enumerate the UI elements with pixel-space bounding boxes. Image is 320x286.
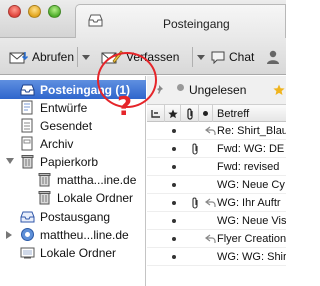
- read-status-dot-icon: [172, 129, 176, 133]
- table-row[interactable]: Fwd: WG: DE: [147, 140, 286, 158]
- message-subject: Flyer Creation: [217, 233, 286, 245]
- replied-arrow-icon: [205, 126, 216, 135]
- message-subject: Fwd: revised: [217, 161, 280, 173]
- folder-label: Postausgang: [40, 209, 111, 224]
- annotation-question-mark: ?: [117, 92, 133, 122]
- read-status-column-header[interactable]: [199, 105, 213, 122]
- message-list: Re: Shirt_Blau Fwd: WG: DE Fwd: revised …: [147, 122, 286, 286]
- folder-archive[interactable]: Archiv: [0, 134, 146, 153]
- read-status-dot-icon: [172, 237, 176, 241]
- read-dot-icon: [203, 111, 208, 116]
- archive-icon: [21, 136, 33, 151]
- message-subject: WG: WG: Shir: [217, 251, 286, 263]
- chat-label: Chat: [229, 50, 255, 64]
- table-row[interactable]: WG: Neue Vis: [147, 212, 286, 230]
- get-messages-label: Abrufen: [32, 50, 75, 64]
- tab-inbox[interactable]: Posteingang: [75, 4, 286, 38]
- attachment-paperclip-icon: [192, 143, 198, 155]
- star-column-header[interactable]: [165, 105, 181, 122]
- local-folders-icon: [20, 247, 35, 259]
- message-list-header: Betreff: [147, 105, 286, 122]
- unread-filter-icon: [177, 84, 184, 91]
- table-row[interactable]: Fwd: revised: [147, 158, 286, 176]
- thread-column-header[interactable]: [147, 105, 165, 122]
- read-status-dot-icon: [172, 165, 176, 169]
- outbox-icon: [20, 211, 35, 223]
- table-row[interactable]: Flyer Creation: [147, 230, 286, 248]
- starred-filter-icon[interactable]: [273, 84, 285, 96]
- folder-label: Archiv: [40, 136, 74, 151]
- table-row[interactable]: WG: Neue Cy: [147, 176, 286, 194]
- toolbar-separator: [77, 47, 78, 67]
- local-folders-label: Lokale Ordner: [40, 245, 117, 260]
- folder-label: mattha...ine.de: [57, 172, 137, 187]
- inbox-icon: [20, 84, 35, 96]
- toolbar-separator: [192, 47, 193, 67]
- account-label: mattheu...line.de: [40, 227, 129, 242]
- zoom-window-button[interactable]: [48, 5, 61, 18]
- subject-column-header[interactable]: Betreff: [213, 105, 286, 122]
- replied-arrow-icon: [205, 198, 216, 207]
- subject-column-label: Betreff: [217, 107, 250, 120]
- attachment-column-header[interactable]: [181, 105, 199, 122]
- replied-arrow-icon: [205, 234, 216, 243]
- account-icon: [21, 228, 34, 241]
- unread-filter-button[interactable]: Ungelesen: [189, 83, 246, 97]
- trash-can-icon: [38, 191, 51, 205]
- thread-icon: [150, 109, 160, 118]
- message-subject: Re: Shirt_Blau: [217, 125, 286, 137]
- address-book-button[interactable]: [266, 47, 282, 67]
- quick-filter-bar: Ungelesen: [147, 76, 286, 105]
- folder-label: Papierkorb: [40, 154, 99, 169]
- minimize-window-button[interactable]: [28, 5, 41, 18]
- message-subject: Fwd: WG: DE: [217, 143, 285, 155]
- folder-trash-account[interactable]: mattha...ine.de: [0, 170, 146, 189]
- trash-can-icon: [38, 173, 51, 187]
- table-row[interactable]: Re: Shirt_Blau: [147, 122, 286, 140]
- table-row[interactable]: WG: WG: Shir: [147, 248, 286, 266]
- chat-bubble-icon: [211, 51, 225, 64]
- read-status-dot-icon: [172, 255, 176, 259]
- close-window-button[interactable]: [8, 5, 21, 18]
- tab-title: Posteingang: [163, 17, 230, 31]
- pin-icon[interactable]: [155, 84, 167, 96]
- folder-outbox[interactable]: Postausgang: [0, 207, 146, 226]
- local-folders-item[interactable]: Lokale Ordner: [0, 243, 146, 262]
- message-subject: WG: Neue Cy: [217, 179, 285, 191]
- star-icon: [167, 108, 178, 118]
- get-messages-button[interactable]: Abrufen: [9, 47, 74, 67]
- table-row[interactable]: WG: Ihr Auftr: [147, 194, 286, 212]
- read-status-dot-icon: [172, 201, 176, 205]
- read-status-dot-icon: [172, 147, 176, 151]
- sent-icon: [21, 118, 33, 133]
- message-subject: WG: Neue Vis: [217, 215, 286, 227]
- folder-label: Lokale Ordner: [57, 190, 134, 205]
- read-status-dot-icon: [172, 219, 176, 223]
- compose-menu-chevron-icon[interactable]: [197, 55, 205, 60]
- folder-label: Entwürfe: [40, 100, 88, 115]
- paperclip-icon: [186, 107, 193, 120]
- folder-trash-local[interactable]: Lokale Ordner: [0, 188, 146, 207]
- get-mail-icon: [9, 52, 29, 64]
- folder-label: Gesendet: [40, 118, 93, 133]
- read-status-dot-icon: [172, 183, 176, 187]
- trash-icon: [21, 155, 34, 169]
- attachment-paperclip-icon: [192, 197, 198, 209]
- drafts-icon: [21, 100, 33, 115]
- account-item[interactable]: mattheu...line.de: [0, 225, 146, 244]
- inbox-tray-icon: [88, 14, 103, 27]
- get-messages-menu-chevron-icon[interactable]: [82, 55, 90, 60]
- address-book-person-icon: [267, 50, 279, 64]
- title-bar: Posteingang: [0, 0, 286, 38]
- chat-button[interactable]: Chat: [210, 47, 254, 67]
- message-subject: WG: Ihr Auftr: [217, 197, 281, 209]
- folder-trash[interactable]: Papierkorb: [0, 152, 146, 171]
